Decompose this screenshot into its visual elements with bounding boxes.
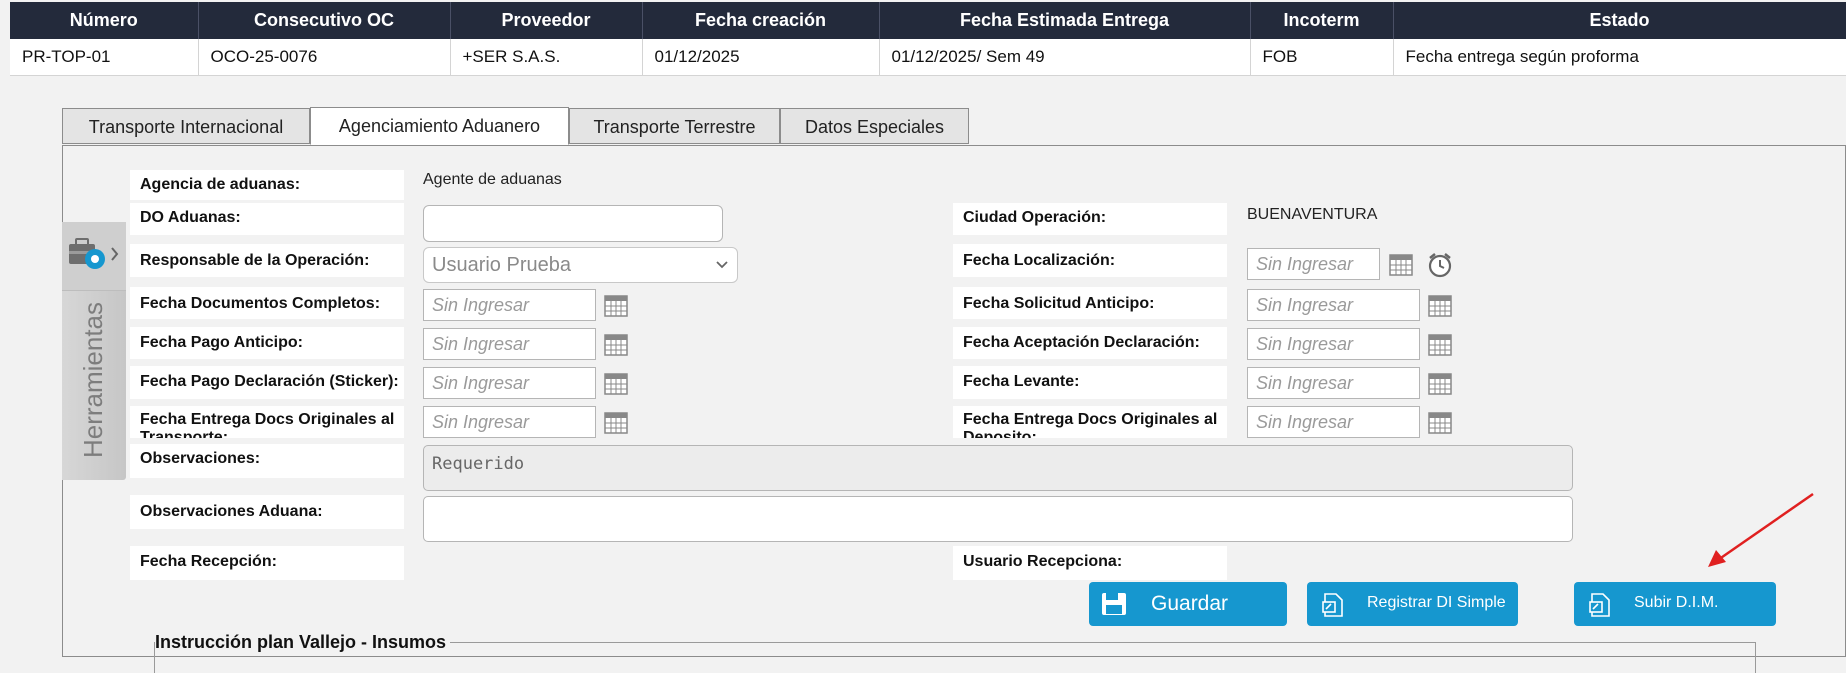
fecha-entrega-transporte-input[interactable]: Sin Ingresar <box>423 406 596 438</box>
column-header: Estado <box>1393 2 1846 39</box>
agencia-value: Agente de aduanas <box>423 171 562 188</box>
column-header: Fecha Estimada Entrega <box>879 2 1251 39</box>
registrar-di-simple-button[interactable]: Registrar DI Simple <box>1307 582 1518 626</box>
table-cell: +SER S.A.S. <box>450 39 643 76</box>
fecha-solicitud-anticipo-label: Fecha Solicitud Anticipo: <box>953 287 1227 319</box>
fecha-entrega-deposito-input[interactable]: Sin Ingresar <box>1247 406 1420 438</box>
column-header: Incoterm <box>1250 2 1394 39</box>
tools-label: Herramientas <box>78 301 108 459</box>
ciudad-operacion-label: Ciudad Operación: <box>953 203 1227 235</box>
fecha-levante-label: Fecha Levante: <box>953 366 1227 399</box>
tools-icon-box[interactable] <box>62 222 126 291</box>
subir-dim-button[interactable]: Subir D.I.M. <box>1574 582 1776 626</box>
plan-vallejo-legend: Instrucción plan Vallejo - Insumos <box>155 632 451 653</box>
usuario-recepciona-label: Usuario Recepciona: <box>953 546 1227 580</box>
fecha-entrega-transporte-label: Fecha Entrega Docs Originales al Transpo… <box>130 406 404 438</box>
fecha-levante-input[interactable]: Sin Ingresar <box>1247 367 1420 399</box>
calendar-icon[interactable] <box>604 372 628 396</box>
chevron-down-icon <box>716 261 728 269</box>
tab-datos-especiales[interactable]: Datos Especiales <box>780 108 969 144</box>
do-aduanas-label: DO Aduanas: <box>130 203 404 235</box>
table-header-row: Número Consecutivo OC Proveedor Fecha cr… <box>10 2 1846 39</box>
responsable-select[interactable]: Usuario Prueba <box>423 247 738 283</box>
calendar-icon[interactable] <box>1428 411 1452 435</box>
ciudad-operacion-value: BUENAVENTURA <box>1247 206 1378 223</box>
table-cell: OCO-25-0076 <box>198 39 451 76</box>
column-header: Proveedor <box>450 2 643 39</box>
alarm-clock-icon[interactable] <box>1427 251 1453 279</box>
fecha-pago-declaracion-input[interactable]: Sin Ingresar <box>423 367 596 399</box>
observaciones-aduana-textarea[interactable] <box>423 496 1573 542</box>
calendar-icon[interactable] <box>1428 372 1452 396</box>
agencia-label: Agencia de aduanas: <box>130 170 404 200</box>
table-cell: PR-TOP-01 <box>10 39 199 76</box>
toolbox-gear-icon[interactable] <box>62 222 126 290</box>
fecha-aceptacion-label: Fecha Aceptación Declaración: <box>953 327 1227 359</box>
observaciones-label: Observaciones: <box>130 444 404 478</box>
save-icon <box>1102 593 1126 615</box>
tab-agenciamiento-aduanero[interactable]: Agenciamiento Aduanero <box>310 107 569 145</box>
calendar-icon[interactable] <box>604 294 628 318</box>
calendar-icon[interactable] <box>604 333 628 357</box>
order-summary-table: Número Consecutivo OC Proveedor Fecha cr… <box>10 2 1846 76</box>
calendar-icon[interactable] <box>1389 253 1413 277</box>
fecha-aceptacion-input[interactable]: Sin Ingresar <box>1247 328 1420 360</box>
responsable-selected: Usuario Prueba <box>432 254 571 276</box>
table-cell: Fecha entrega según proforma <box>1393 39 1846 76</box>
subir-label: Subir D.I.M. <box>1634 594 1719 611</box>
red-arrow-annotation <box>1708 492 1814 567</box>
observaciones-textarea[interactable]: Requerido <box>423 445 1573 491</box>
guardar-label: Guardar <box>1151 592 1229 615</box>
do-aduanas-input[interactable] <box>423 205 723 242</box>
table-cell: FOB <box>1250 39 1394 76</box>
registrar-label: Registrar DI Simple <box>1367 594 1506 611</box>
document-upload-icon <box>1322 593 1343 617</box>
table-cell: 01/12/2025 <box>642 39 880 76</box>
calendar-icon[interactable] <box>1428 333 1452 357</box>
fecha-docs-completos-label: Fecha Documentos Completos: <box>130 287 404 319</box>
responsable-label: Responsable de la Operación: <box>130 244 404 277</box>
column-header: Número <box>10 2 199 39</box>
calendar-icon[interactable] <box>604 411 628 435</box>
observaciones-aduana-label: Observaciones Aduana: <box>130 495 404 529</box>
fecha-localizacion-label: Fecha Localización: <box>953 244 1227 277</box>
fecha-solicitud-anticipo-input[interactable]: Sin Ingresar <box>1247 289 1420 321</box>
document-upload-icon <box>1589 593 1610 617</box>
fecha-docs-completos-input[interactable]: Sin Ingresar <box>423 289 596 321</box>
calendar-icon[interactable] <box>1428 294 1452 318</box>
column-header: Fecha creación <box>642 2 880 39</box>
table-cell: 01/12/2025/ Sem 49 <box>879 39 1251 76</box>
column-header: Consecutivo OC <box>198 2 451 39</box>
tab-transporte-internacional[interactable]: Transporte Internacional <box>62 108 310 144</box>
fecha-pago-declaracion-label: Fecha Pago Declaración (Sticker): <box>130 366 404 399</box>
guardar-button[interactable]: Guardar <box>1089 582 1287 626</box>
fecha-recepcion-label: Fecha Recepción: <box>130 546 404 580</box>
fecha-pago-anticipo-label: Fecha Pago Anticipo: <box>130 327 404 359</box>
fecha-entrega-deposito-label: Fecha Entrega Docs Originales al Deposit… <box>953 406 1227 438</box>
tab-transporte-terrestre[interactable]: Transporte Terrestre <box>569 108 780 144</box>
fecha-localizacion-input[interactable]: Sin Ingresar <box>1247 248 1380 280</box>
table-row: PR-TOP-01 OCO-25-0076 +SER S.A.S. 01/12/… <box>10 39 1846 76</box>
fecha-pago-anticipo-input[interactable]: Sin Ingresar <box>423 328 596 360</box>
